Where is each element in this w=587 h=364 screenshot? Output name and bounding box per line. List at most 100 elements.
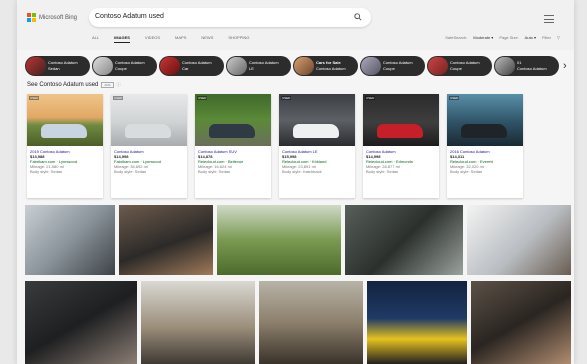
microsoft-logo-icon — [27, 13, 36, 22]
brand-name: Microsoft Bing — [39, 14, 78, 21]
filter-button[interactable]: Filter — [542, 35, 551, 40]
car-photo: USED — [279, 94, 355, 146]
tab-images[interactable]: IMAGES — [114, 35, 130, 43]
car-photo: USED — [195, 94, 271, 146]
chip-sublabel: Coupe — [115, 66, 127, 71]
chip-label: Contoso Adatum — [450, 60, 480, 65]
card-body-style: Body style: Sedan — [114, 169, 147, 174]
browser-screen: Microsoft Bing Contoso Adatum used ALL I… — [17, 0, 574, 364]
tab-maps[interactable]: MAPS — [175, 35, 186, 43]
related-chip[interactable]: Cars for Sale Contoso Adatum — [293, 56, 358, 76]
card-body-style: Body style: Hatchback — [282, 169, 322, 174]
search-filters: SafeSearch: Moderate ▾ Page Size: Auto ▾… — [445, 35, 560, 40]
card-body-style: Body style: Sedan — [30, 169, 63, 174]
related-chip[interactable]: Contoso Adatum LE — [226, 56, 291, 76]
search-nav-tabs: ALL IMAGES VIDEOS MAPS NEWS SHOPPING — [92, 35, 250, 43]
related-chip[interactable]: Contoso Adatum Coupe — [427, 56, 492, 76]
safesearch-label: SafeSearch: — [445, 35, 468, 40]
tab-news[interactable]: NEWS — [201, 35, 213, 43]
car-shape — [209, 124, 255, 138]
image-result[interactable] — [345, 205, 463, 275]
header: Microsoft Bing Contoso Adatum used ALL I… — [17, 0, 574, 50]
used-tag: USED — [113, 96, 124, 100]
chip-label: Contoso Adatum — [182, 60, 212, 65]
tab-shopping[interactable]: SHOPPING — [228, 35, 249, 43]
chevron-right-icon[interactable]: › — [563, 60, 567, 72]
search-box[interactable]: Contoso Adatum used — [89, 8, 371, 27]
chip-thumbnail — [495, 57, 515, 75]
chip-thumbnail — [227, 57, 247, 75]
chip-sublabel: Coupe — [383, 66, 395, 71]
chip-thumbnail — [93, 57, 113, 75]
related-chip[interactable]: 01 Contoso Adatum — [494, 56, 559, 76]
chip-sublabel: Car — [182, 66, 189, 71]
hamburger-menu-icon[interactable] — [544, 15, 554, 23]
product-card[interactable]: USED 2019 Contoso Adatum $13,988 Fabrika… — [27, 94, 103, 198]
chip-label: Contoso Adatum — [48, 60, 78, 65]
chip-label: Contoso Adatum — [249, 60, 279, 65]
used-tag: USED — [29, 96, 40, 100]
product-card[interactable]: USED Contoso Adatum SUV $14,878 Releclou… — [195, 94, 271, 198]
image-result[interactable] — [141, 281, 255, 364]
card-body-style: Body style: Sedan — [450, 169, 483, 174]
car-photo: USED — [447, 94, 523, 146]
car-shape — [125, 124, 171, 138]
image-result[interactable] — [217, 205, 341, 275]
image-result[interactable] — [119, 205, 213, 275]
image-result[interactable] — [259, 281, 363, 364]
chip-thumbnail — [294, 57, 314, 75]
bing-logo[interactable]: Microsoft Bing — [27, 13, 77, 22]
image-result[interactable] — [367, 281, 467, 364]
chip-sublabel: Contoso Adatum — [316, 66, 346, 71]
card-body-style: Body style: Sedan — [198, 169, 231, 174]
search-icon[interactable] — [354, 13, 362, 21]
image-result[interactable] — [467, 205, 571, 275]
car-shape — [41, 124, 87, 138]
safesearch-dropdown[interactable]: Moderate ▾ — [473, 35, 493, 40]
car-shape — [293, 124, 339, 138]
chip-sublabel: Contoso Adatum — [517, 66, 547, 71]
product-card[interactable]: USED Contoso Adatum $14,998 Relecloud.co… — [363, 94, 439, 198]
chip-label: 01 — [517, 60, 522, 65]
search-input[interactable]: Contoso Adatum used — [95, 13, 164, 20]
related-chip[interactable]: Contoso Adatum Car — [159, 56, 224, 76]
chip-label: Contoso Adatum — [115, 60, 145, 65]
tab-all[interactable]: ALL — [92, 35, 99, 43]
image-result[interactable] — [25, 281, 137, 364]
related-chip[interactable]: Contoso Adatum Coupe — [92, 56, 157, 76]
chip-label: Contoso Adatum — [383, 60, 413, 65]
used-tag: USED — [197, 96, 208, 100]
info-icon[interactable]: ⓘ — [117, 82, 121, 88]
chip-thumbnail — [428, 57, 448, 75]
related-search-chips: Contoso Adatum Sedan Contoso Adatum Coup… — [25, 56, 574, 76]
filter-funnel-icon[interactable]: ▽ — [557, 35, 560, 40]
car-shape — [461, 124, 507, 138]
related-chip[interactable]: Contoso Adatum Sedan — [25, 56, 90, 76]
related-chip[interactable]: Contoso Adatum Coupe — [360, 56, 425, 76]
used-tag: USED — [281, 96, 292, 100]
image-results-grid — [17, 205, 574, 364]
image-result[interactable] — [471, 281, 571, 364]
card-body-style: Body style: Sedan — [366, 169, 399, 174]
chip-thumbnail — [361, 57, 381, 75]
product-card[interactable]: USED 2016 Contoso Adatum $14,311 Releclo… — [447, 94, 523, 198]
car-photo: USED — [27, 94, 103, 146]
product-cards: USED 2019 Contoso Adatum $13,988 Fabrika… — [27, 94, 527, 198]
chip-sublabel: Sedan — [48, 66, 60, 71]
used-tag: USED — [365, 96, 376, 100]
product-card[interactable]: USED Contoso Adatum LE $15,998 Relecloud… — [279, 94, 355, 198]
chip-label: Cars for Sale — [316, 60, 341, 65]
ads-badge: ADS — [101, 82, 114, 88]
used-tag: USED — [449, 96, 460, 100]
product-card[interactable]: USED Contoso Adatum $14,998 Fabrikam.com… — [111, 94, 187, 198]
see-section-heading: See Contoso Adatum used ADS ⓘ — [27, 82, 121, 88]
chip-sublabel: LE — [249, 66, 254, 71]
chip-thumbnail — [160, 57, 180, 75]
page-size-dropdown[interactable]: Auto ▾ — [525, 35, 536, 40]
image-result[interactable] — [25, 205, 115, 275]
tab-videos[interactable]: VIDEOS — [145, 35, 160, 43]
chip-sublabel: Coupe — [450, 66, 462, 71]
chip-thumbnail — [26, 57, 46, 75]
car-photo: USED — [111, 94, 187, 146]
car-photo: USED — [363, 94, 439, 146]
